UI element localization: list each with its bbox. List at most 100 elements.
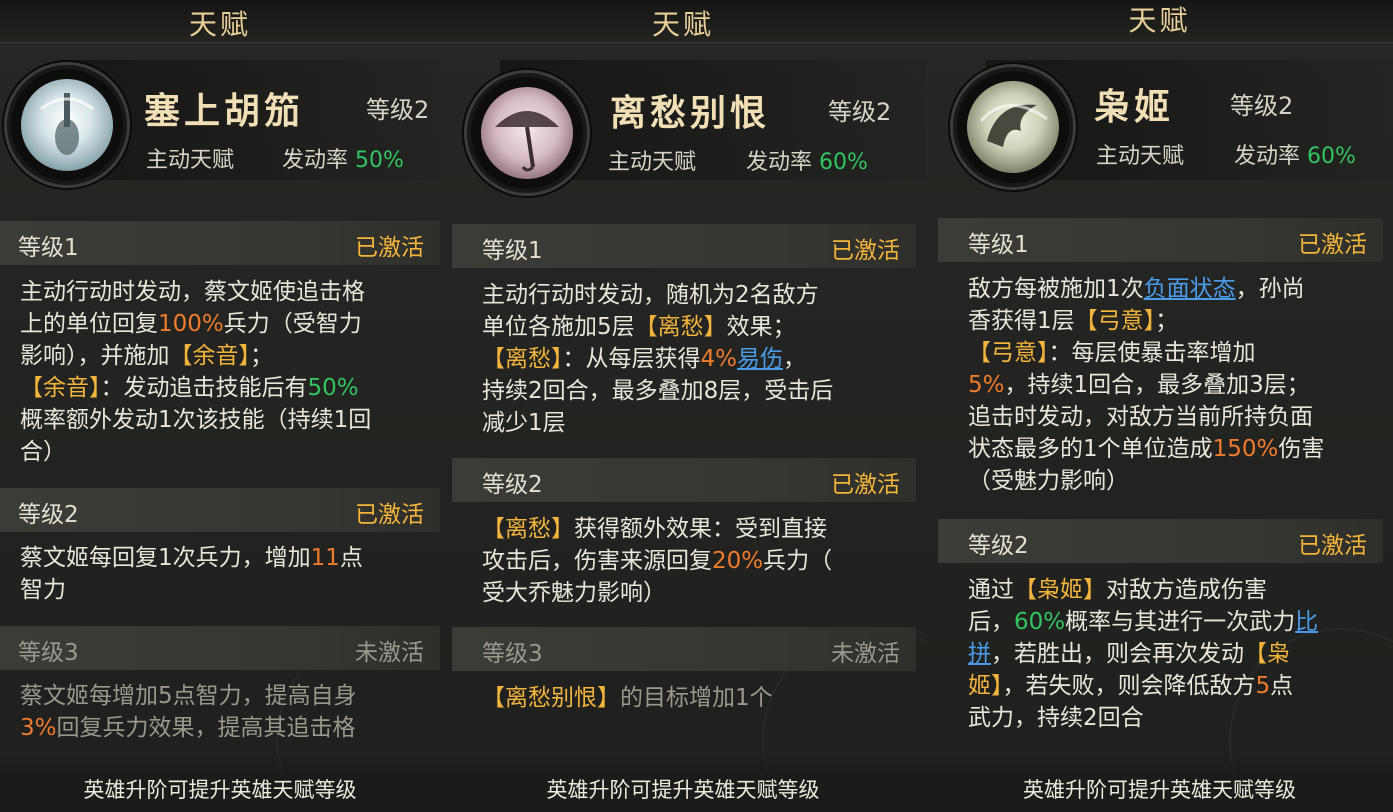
trigger-rate-label: 发动率 [746,150,813,175]
description-segment: ， [783,346,806,372]
section-status: 已激活 [1298,232,1367,258]
description-segment: 50% [307,375,359,401]
description-segment: 获得额外效果：受到直接 [574,516,827,542]
section-header: 等级3 未激活 [0,626,440,670]
description-segment: （受魅力影响） [968,468,1129,494]
umbrella-icon [481,87,573,179]
section-header: 等级2 已激活 [452,458,916,502]
description-segment: 兵力（ [763,548,833,574]
description-segment: 武力，持续2回合 [968,705,1144,731]
footer-hint-text: 英雄升阶可提升英雄天赋等级 [546,778,820,802]
description-line: 影响），并施加【余音】； [20,340,430,372]
description-segment: 【余音】 [20,375,101,401]
description-segment: 20% [712,548,764,574]
description-line: 主动行动时发动，随机为2名敌方 [482,279,922,311]
talent-level: 等级2 [366,96,430,124]
panel-header-bar: 天赋 [0,0,440,43]
trigger-rate-label: 发动率 [1234,144,1301,169]
description-line: 状态最多的1个单位造成150%伤害 [968,433,1388,465]
panel-header-bar: 天赋 [440,0,926,43]
footer-hint-text: 英雄升阶可提升英雄天赋等级 [1023,778,1296,802]
section-header: 等级2 已激活 [938,519,1383,563]
section-description: 蔡文姬每回复1次兵力，增加11点 智力 [20,542,430,606]
section-description: 【离愁】获得额外效果：受到直接 攻击后，伤害来源回复20%兵力（ 受大乔魅力影响） [482,513,922,609]
description-segment: 减少1层 [482,410,566,436]
footer-hint: 英雄升阶可提升英雄天赋等级 [926,756,1393,812]
trigger-rate-label: 发动率 [282,148,349,173]
talent-icon-frame[interactable] [464,70,590,196]
section-description: 蔡文姬每增加5点智力，提高自身 3%回复兵力效果，提高其追击格 [20,680,430,744]
description-line: 蔡文姬每增加5点智力，提高自身 [20,680,430,712]
description-segment: 回复兵力效果，提高其追击格 [56,715,356,741]
section-status: 已激活 [355,235,424,261]
description-segment: 【余音】 [169,343,251,369]
description-line: 蔡文姬每回复1次兵力，增加11点 [20,542,430,574]
section-header: 等级3 未激活 [452,627,916,671]
description-segment: ：每层使暴击率增加 [1048,340,1256,366]
description-segment: 上的单位回复 [20,311,158,337]
keyword-link[interactable]: 拼 [968,641,991,667]
description-segment: 概率额外发动1次该技能（持续1回 [20,407,372,433]
description-segment: 4% [700,346,738,372]
section-status: 已激活 [831,238,900,264]
description-line: 拼，若胜出，则会再次发动【枭 [968,638,1388,670]
description-segment: 兵力（受智力 [223,311,362,337]
keyword-link[interactable]: 负面状态 [1144,276,1236,302]
talent-icon-frame[interactable] [4,62,130,188]
description-segment: 点 [1270,673,1294,699]
description-line: （受魅力影响） [968,465,1388,497]
description-segment: 单位各施加5层 [482,314,635,340]
section-status: 未激活 [355,640,424,666]
description-segment: 攻击后，伤害来源回复 [482,548,712,574]
talent-name: 离愁别恨 [610,92,771,134]
description-line: 通过【枭姬】对敌方造成伤害 [968,574,1388,606]
description-segment: 【离愁别恨】 [482,685,620,711]
description-line: 持续2回合，最多叠加8层，受击后 [482,375,922,407]
section-description: 敌方每被施加1次负面状态，孙尚 香获得1层【弓意】； 【弓意】：每层使暴击率增加 5%… [968,273,1388,497]
talent-type: 主动天赋 [1096,144,1185,169]
description-line: 5%，持续1回合，最多叠加3层； [968,369,1388,401]
section-description: 主动行动时发动，随机为2名敌方 单位各施加5层【离愁】效果； 【离愁】：从每层获得4… [482,279,922,439]
keyword-link[interactable]: 比 [1295,609,1318,635]
section-header: 等级2 已激活 [0,488,440,532]
talent-level: 等级2 [1230,92,1294,120]
description-segment: 持续2回合，最多叠加8层，受击后 [482,378,834,404]
section-header: 等级1 已激活 [938,218,1383,262]
description-segment: 状态最多的1个单位造成 [968,436,1213,462]
description-segment: 11 [310,545,340,571]
talent-panel-2: 天赋 离愁别恨 等级2 主动天赋 发动率 60% 等级1 已激活 主动行动时发动… [440,0,928,812]
description-segment: 追击时发动，对敌方当前所持负面 [968,404,1313,430]
description-line: 武力，持续2回合 [968,702,1388,734]
description-segment: 敌方每被施加1次 [968,276,1144,302]
description-segment: ：发动追击技能后有 [100,375,308,401]
description-segment: 蔡文姬每增加5点智力，提高自身 [20,683,357,709]
description-segment: ，孙尚 [1235,276,1305,302]
panel-title: 天赋 [1128,4,1191,37]
description-segment: 100% [158,311,224,337]
description-line: 概率额外发动1次该技能（持续1回 [20,404,430,436]
description-line: 【弓意】：每层使暴击率增加 [968,337,1388,369]
keyword-link[interactable]: 易伤 [737,346,783,372]
description-line: 【余音】：发动追击技能后有50% [20,372,430,404]
description-line: 敌方每被施加1次负面状态，孙尚 [968,273,1388,305]
description-segment: ：从每层获得 [562,346,701,372]
talent-icon-frame[interactable] [950,64,1076,190]
description-line: 主动行动时发动，蔡文姬使追击格 [20,276,430,308]
section-status: 已激活 [831,472,900,498]
description-line: 3%回复兵力效果，提高其追击格 [20,712,430,744]
section-level: 等级3 [18,640,79,666]
trigger-rate: 发动率 60% [1234,138,1356,170]
description-segment: ； [1155,308,1179,334]
panel-header-bar: 天赋 [926,0,1393,43]
pipa-lute-icon [21,79,113,171]
description-line: 单位各施加5层【离愁】效果； [482,311,922,343]
talent-panel-1: 天赋 塞上胡笳 等级2 主动天赋 发动率 50% 等级1 已激活 主动行动时发动… [0,0,442,812]
description-segment: 受大乔魅力影响） [482,580,666,606]
description-segment: 【弓意】 [968,340,1049,366]
description-segment: ，若失败，则会降低敌方 [1002,673,1256,699]
description-segment: 通过 [968,577,1014,603]
description-segment: 5% [968,372,1005,398]
description-line: 【离愁别恨】的目标增加1个 [482,682,922,714]
section-level: 等级2 [968,533,1029,559]
description-segment: 主动行动时发动，随机为2名敌方 [482,282,819,308]
